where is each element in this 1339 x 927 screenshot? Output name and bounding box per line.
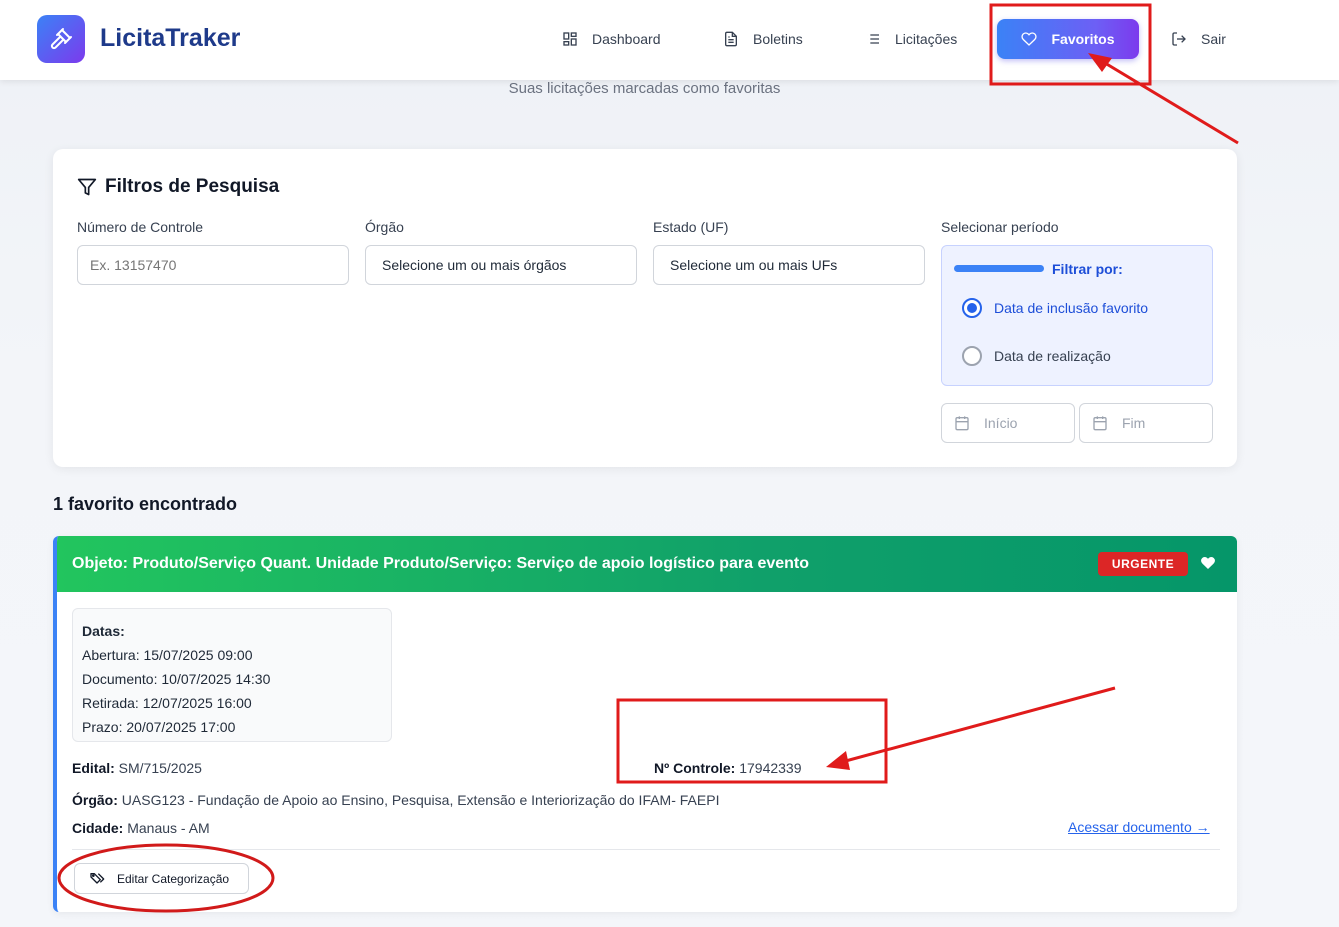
date-prazo: Prazo: 20/07/2025 17:00 bbox=[82, 715, 382, 739]
card-header: Objeto: Produto/Serviço Quant. Unidade P… bbox=[57, 536, 1237, 592]
dates-box: Datas: Abertura: 15/07/2025 09:00 Docume… bbox=[72, 608, 392, 742]
edital-label: Edital: bbox=[72, 760, 115, 776]
filters-title: Filtros de Pesquisa bbox=[77, 176, 279, 198]
radio-realizacao-label: Data de realização bbox=[994, 348, 1111, 364]
radio-inclusao[interactable]: Data de inclusão favorito bbox=[962, 298, 1148, 318]
access-document-link[interactable]: Acessar documento → bbox=[1068, 819, 1210, 835]
dates-title: Datas: bbox=[82, 623, 125, 639]
prazo-value: 20/07/2025 17:00 bbox=[126, 719, 236, 735]
date-documento: Documento: 10/07/2025 14:30 bbox=[82, 667, 382, 691]
date-retirada: Retirada: 12/07/2025 16:00 bbox=[82, 691, 382, 715]
controle-line: Nº Controle: 17942339 bbox=[654, 760, 802, 776]
period-label: Selecionar período bbox=[941, 219, 1059, 235]
radio-inclusao-dot[interactable] bbox=[962, 298, 982, 318]
cidade-label: Cidade: bbox=[72, 820, 124, 836]
page-subtitle: Suas licitações marcadas como favoritas bbox=[508, 80, 781, 97]
divider bbox=[72, 849, 1220, 850]
edit-categorization-button[interactable]: Editar Categorização bbox=[74, 863, 249, 894]
cidade-line: Cidade: Manaus - AM bbox=[72, 820, 210, 836]
retirada-label: Retirada: bbox=[82, 695, 139, 711]
nav-favoritos-label: Favoritos bbox=[1051, 31, 1115, 47]
gavel-icon bbox=[50, 28, 72, 50]
results-count: 1 favorito encontrado bbox=[53, 494, 238, 514]
end-date-placeholder: Fim bbox=[1122, 415, 1146, 431]
nav-sair[interactable]: Sair bbox=[1171, 20, 1226, 58]
filter-icon bbox=[77, 178, 97, 196]
orgao-select[interactable]: Selecione um ou mais órgãos bbox=[365, 245, 637, 285]
uf-select[interactable]: Selecione um ou mais UFs bbox=[653, 245, 925, 285]
period-selector: Filtrar por: Data de inclusão favorito D… bbox=[941, 245, 1213, 386]
document-icon bbox=[725, 31, 737, 47]
radio-realizacao-dot[interactable] bbox=[962, 346, 982, 366]
nav-dashboard-label: Dashboard bbox=[592, 31, 661, 47]
card-orgao-value: UASG123 - Fundação de Apoio ao Ensino, P… bbox=[121, 792, 720, 808]
nav-dashboard[interactable]: Dashboard bbox=[562, 20, 661, 58]
nav-sair-label: Sair bbox=[1201, 31, 1226, 47]
start-date-placeholder: Início bbox=[984, 415, 1018, 431]
filters-card: Filtros de Pesquisa Número de Controle Ó… bbox=[53, 149, 1237, 467]
calendar-icon bbox=[1093, 416, 1107, 431]
orgao-label: Órgão bbox=[365, 219, 404, 235]
filter-by-label: Filtrar por: bbox=[1052, 261, 1123, 277]
heart-outline-icon bbox=[1021, 32, 1038, 46]
logo[interactable] bbox=[37, 15, 85, 63]
nav-licitacoes-label: Licitações bbox=[895, 31, 958, 47]
filters-title-text: Filtros de Pesquisa bbox=[105, 176, 280, 197]
favorite-card: Objeto: Produto/Serviço Quant. Unidade P… bbox=[53, 536, 1237, 912]
uf-label: Estado (UF) bbox=[653, 219, 729, 235]
grid-icon bbox=[563, 32, 577, 46]
card-objeto: Objeto: Produto/Serviço Quant. Unidade P… bbox=[72, 555, 810, 572]
cidade-value: Manaus - AM bbox=[127, 820, 210, 836]
controle-number-label: Nº Controle: bbox=[654, 760, 736, 776]
retirada-value: 12/07/2025 16:00 bbox=[142, 695, 252, 711]
orgao-select-value: Selecione um ou mais órgãos bbox=[382, 257, 567, 273]
start-date-input[interactable]: Início bbox=[941, 403, 1075, 443]
edital-value: SM/715/2025 bbox=[118, 760, 202, 776]
uf-select-value: Selecione um ou mais UFs bbox=[670, 257, 838, 273]
urgent-badge: URGENTE bbox=[1098, 552, 1188, 576]
edit-categorization-label: Editar Categorização bbox=[117, 871, 230, 886]
top-navbar: LicitaTraker Dashboard Boletins Licitaçõ… bbox=[0, 0, 1339, 80]
logout-icon bbox=[1172, 32, 1186, 46]
calendar-icon bbox=[955, 416, 969, 431]
radio-inclusao-label: Data de inclusão favorito bbox=[994, 300, 1149, 316]
controle-input[interactable] bbox=[77, 245, 349, 285]
list-icon bbox=[867, 34, 879, 44]
card-orgao-label: Órgão: bbox=[72, 792, 118, 808]
orgao-line: Órgão: UASG123 - Fundação de Apoio ao En… bbox=[72, 792, 719, 808]
nav-boletins[interactable]: Boletins bbox=[723, 20, 803, 58]
period-bar bbox=[954, 265, 1044, 272]
abertura-label: Abertura: bbox=[82, 647, 140, 663]
radio-realizacao[interactable]: Data de realização bbox=[962, 346, 1111, 366]
edital-line: Edital: SM/715/2025 bbox=[72, 760, 202, 776]
nav-licitacoes[interactable]: Licitações bbox=[865, 20, 957, 58]
nav-favoritos[interactable]: Favoritos bbox=[997, 19, 1139, 59]
documento-value: 10/07/2025 14:30 bbox=[161, 671, 271, 687]
controle-number-value: 17942339 bbox=[739, 760, 802, 776]
heart-filled-icon[interactable] bbox=[1200, 555, 1216, 571]
prazo-label: Prazo: bbox=[82, 719, 123, 735]
nav-boletins-label: Boletins bbox=[753, 31, 803, 47]
tags-icon bbox=[90, 872, 105, 884]
documento-label: Documento: bbox=[82, 671, 158, 687]
date-abertura: Abertura: 15/07/2025 09:00 bbox=[82, 643, 382, 667]
end-date-input[interactable]: Fim bbox=[1079, 403, 1213, 443]
brand-name[interactable]: LicitaTraker bbox=[100, 24, 240, 53]
abertura-value: 15/07/2025 09:00 bbox=[143, 647, 253, 663]
controle-label: Número de Controle bbox=[77, 219, 204, 235]
